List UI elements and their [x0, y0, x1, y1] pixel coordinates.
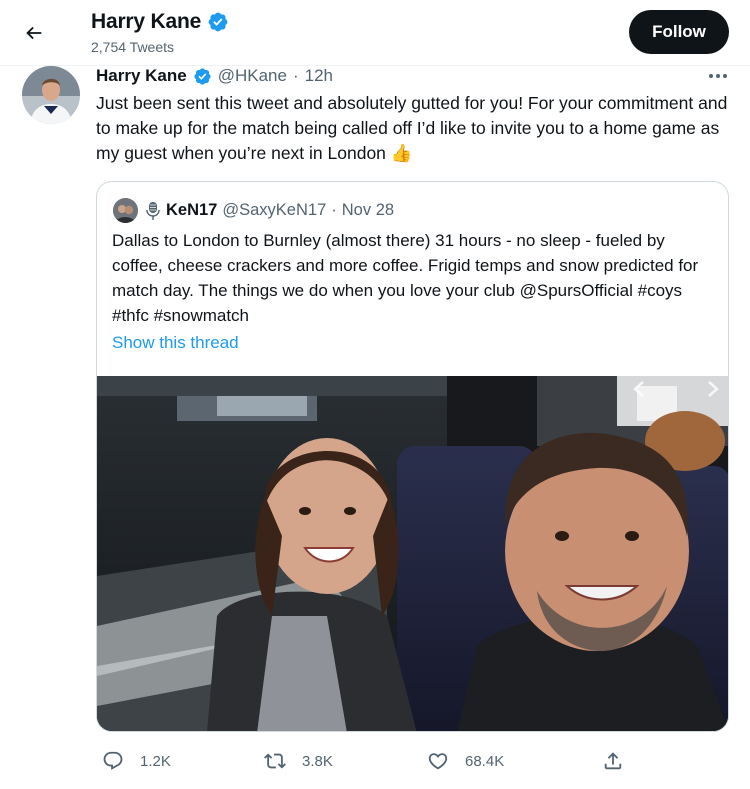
- like-count: 68.4K: [465, 752, 505, 770]
- tweet-timestamp[interactable]: 12h: [305, 66, 333, 86]
- tweet-actions: 1.2K 3.8K 68.4K: [96, 744, 736, 778]
- quoted-tweet-header: KeN17 @SaxyKeN17 · Nov 28: [145, 198, 394, 223]
- retweet-count: 3.8K: [302, 752, 333, 770]
- more-options-button[interactable]: [704, 66, 732, 86]
- microphone-icon: [146, 201, 160, 220]
- quoted-tweet[interactable]: KeN17 @SaxyKeN17 · Nov 28 Dallas to Lond…: [96, 181, 729, 732]
- profile-header: Harry Kane 2,754 Tweets Follow: [0, 0, 750, 66]
- show-thread-link[interactable]: Show this thread: [112, 333, 239, 353]
- verified-badge-icon: [208, 12, 228, 32]
- share-button[interactable]: [596, 744, 630, 778]
- header-title: Harry Kane: [91, 10, 229, 34]
- retweet-icon: [258, 744, 292, 778]
- tweet-author-handle[interactable]: @HKane: [218, 66, 287, 86]
- separator-dot: ·: [292, 66, 299, 85]
- arrow-left-icon: [26, 26, 42, 40]
- follow-button[interactable]: Follow: [629, 10, 729, 54]
- back-button[interactable]: [14, 13, 54, 53]
- tweet-author-name[interactable]: Harry Kane: [96, 66, 187, 86]
- reply-icon: [96, 744, 130, 778]
- quoted-author-avatar[interactable]: [113, 198, 138, 223]
- reply-count: 1.2K: [140, 752, 171, 770]
- like-button[interactable]: 68.4K: [421, 744, 504, 778]
- tweet-text: Just been sent this tweet and absolutely…: [96, 93, 728, 163]
- quoted-author-handle[interactable]: @SaxyKeN17: [222, 201, 326, 220]
- more-dot: [716, 74, 720, 78]
- quoted-tweet-timestamp[interactable]: Nov 28: [342, 201, 394, 220]
- reply-button[interactable]: 1.2K: [96, 744, 171, 778]
- tweet-count: 2,754 Tweets: [91, 39, 175, 55]
- tweet-photo[interactable]: [97, 376, 728, 731]
- more-horizontal-icon: [709, 74, 713, 78]
- quoted-author-name[interactable]: KeN17: [166, 201, 217, 220]
- header-profile-name: Harry Kane: [91, 10, 202, 33]
- retweet-button[interactable]: 3.8K: [258, 744, 333, 778]
- more-dot: [723, 74, 727, 78]
- tweet-header: Harry Kane @HKane · 12h: [96, 66, 333, 86]
- heart-icon: [421, 744, 455, 778]
- quoted-tweet-text: Dallas to London to Burnley (almost ther…: [112, 231, 699, 325]
- share-icon: [596, 744, 630, 778]
- author-avatar[interactable]: [22, 66, 80, 124]
- separator-dot: ·: [331, 201, 337, 219]
- verified-badge-icon: [194, 67, 211, 85]
